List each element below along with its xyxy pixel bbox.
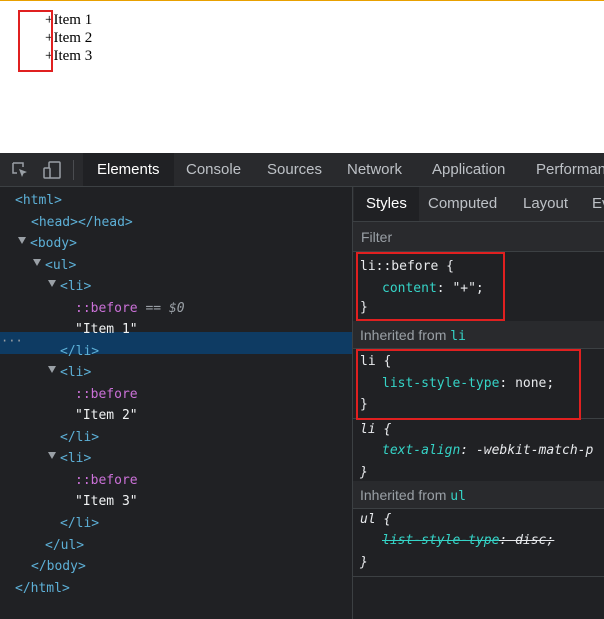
toolbar-divider [73, 160, 74, 180]
annotation-box-before-rule [356, 252, 505, 321]
tab-console[interactable]: Console [186, 153, 241, 186]
inherited-tag-link[interactable]: ul [450, 489, 466, 504]
css-property: list-style-type [382, 533, 500, 548]
filter-bar [353, 222, 604, 252]
styles-pane: Styles Computed Layout Ev li::before { c… [353, 187, 604, 619]
expand-ul-triangle-icon[interactable] [33, 259, 41, 266]
rule-selector[interactable]: li { [360, 419, 391, 441]
rule-declaration[interactable]: text-align: -webkit-match-p [382, 440, 593, 462]
expand-li-triangle-icon[interactable] [48, 280, 56, 287]
text-node-item1[interactable]: "Item 1" [75, 319, 138, 340]
subtab-layout[interactable]: Layout [523, 187, 568, 221]
tab-sources[interactable]: Sources [267, 153, 322, 186]
html-close-node[interactable]: </html> [15, 578, 70, 599]
inherited-from-li-header: Inherited from li [353, 321, 604, 349]
css-value: -webkit-match-p [475, 443, 594, 458]
expand-li-triangle-icon[interactable] [48, 366, 56, 373]
devtools-panel: Elements Console Sources Network Applica… [0, 153, 604, 619]
before-pseudo-label: ::before [75, 301, 138, 316]
html-open-node[interactable]: <html> [15, 190, 62, 211]
rule-close-brace: } [360, 555, 368, 570]
page-preview: +Item 1 +Item 2 +Item 3 [0, 0, 604, 153]
inspect-element-icon[interactable] [10, 160, 30, 180]
subtab-styles[interactable]: Styles [354, 187, 419, 221]
styles-subtab-bar: Styles Computed Layout Ev [353, 187, 604, 222]
node-actions-dots[interactable]: ··· [1, 332, 23, 354]
elements-tree: ··· <html> <head></head> <body> <ul> <li… [0, 187, 352, 619]
rule-ul-user-agent: ul { list-style-type: disc; } [353, 509, 604, 577]
li-close-node[interactable]: </li> [60, 341, 99, 362]
expand-body-triangle-icon[interactable] [18, 237, 26, 244]
subtab-event-listeners[interactable]: Ev [592, 187, 604, 221]
rule-declaration-overridden[interactable]: list-style-type: disc; [382, 530, 554, 552]
rule-selector[interactable]: ul { [360, 509, 391, 531]
inherited-label: Inherited from [360, 327, 451, 343]
css-colon: : [460, 443, 476, 458]
annotation-box-li-rule [356, 349, 581, 420]
selected-node-highlight [0, 332, 352, 354]
inherited-from-ul-header: Inherited from ul [353, 481, 604, 509]
css-property: text-align [382, 443, 461, 458]
li-open-node[interactable]: <li> [60, 276, 91, 297]
text-node-item3[interactable]: "Item 3" [75, 491, 138, 512]
head-node[interactable]: <head></head> [31, 212, 133, 233]
body-open-node[interactable]: <body> [30, 233, 77, 254]
css-value: disc; [515, 533, 555, 548]
before-node-selected[interactable]: ::before == $0 [75, 298, 185, 319]
ul-close-node[interactable]: </ul> [45, 535, 84, 556]
tab-network[interactable]: Network [347, 153, 402, 186]
inherited-tag-link[interactable]: li [450, 329, 466, 344]
text-node-item2[interactable]: "Item 2" [75, 405, 138, 426]
li-open-node[interactable]: <li> [60, 448, 91, 469]
styles-filter-input[interactable] [359, 226, 599, 248]
ul-open-node[interactable]: <ul> [45, 255, 76, 276]
css-colon: : [499, 533, 516, 548]
inherited-label: Inherited from [360, 487, 451, 503]
rule-li-user-agent: li { text-align: -webkit-match-p } [353, 419, 604, 488]
selected-marker: == $0 [145, 301, 185, 316]
li-open-node[interactable]: <li> [60, 362, 91, 383]
li-close-node[interactable]: </li> [60, 427, 99, 448]
tab-performance[interactable]: Performan [536, 153, 604, 186]
devtools-tab-bar: Elements Console Sources Network Applica… [0, 153, 604, 187]
expand-li-triangle-icon[interactable] [48, 452, 56, 459]
before-node[interactable]: ::before [75, 470, 138, 491]
li-close-node[interactable]: </li> [60, 513, 99, 534]
before-node[interactable]: ::before [75, 384, 138, 405]
tab-elements[interactable]: Elements [83, 153, 174, 186]
device-toolbar-icon[interactable] [42, 160, 62, 180]
tab-application[interactable]: Application [432, 153, 505, 186]
body-close-node[interactable]: </body> [31, 556, 86, 577]
plus-markers-highlight [18, 10, 53, 72]
subtab-computed[interactable]: Computed [428, 187, 497, 221]
